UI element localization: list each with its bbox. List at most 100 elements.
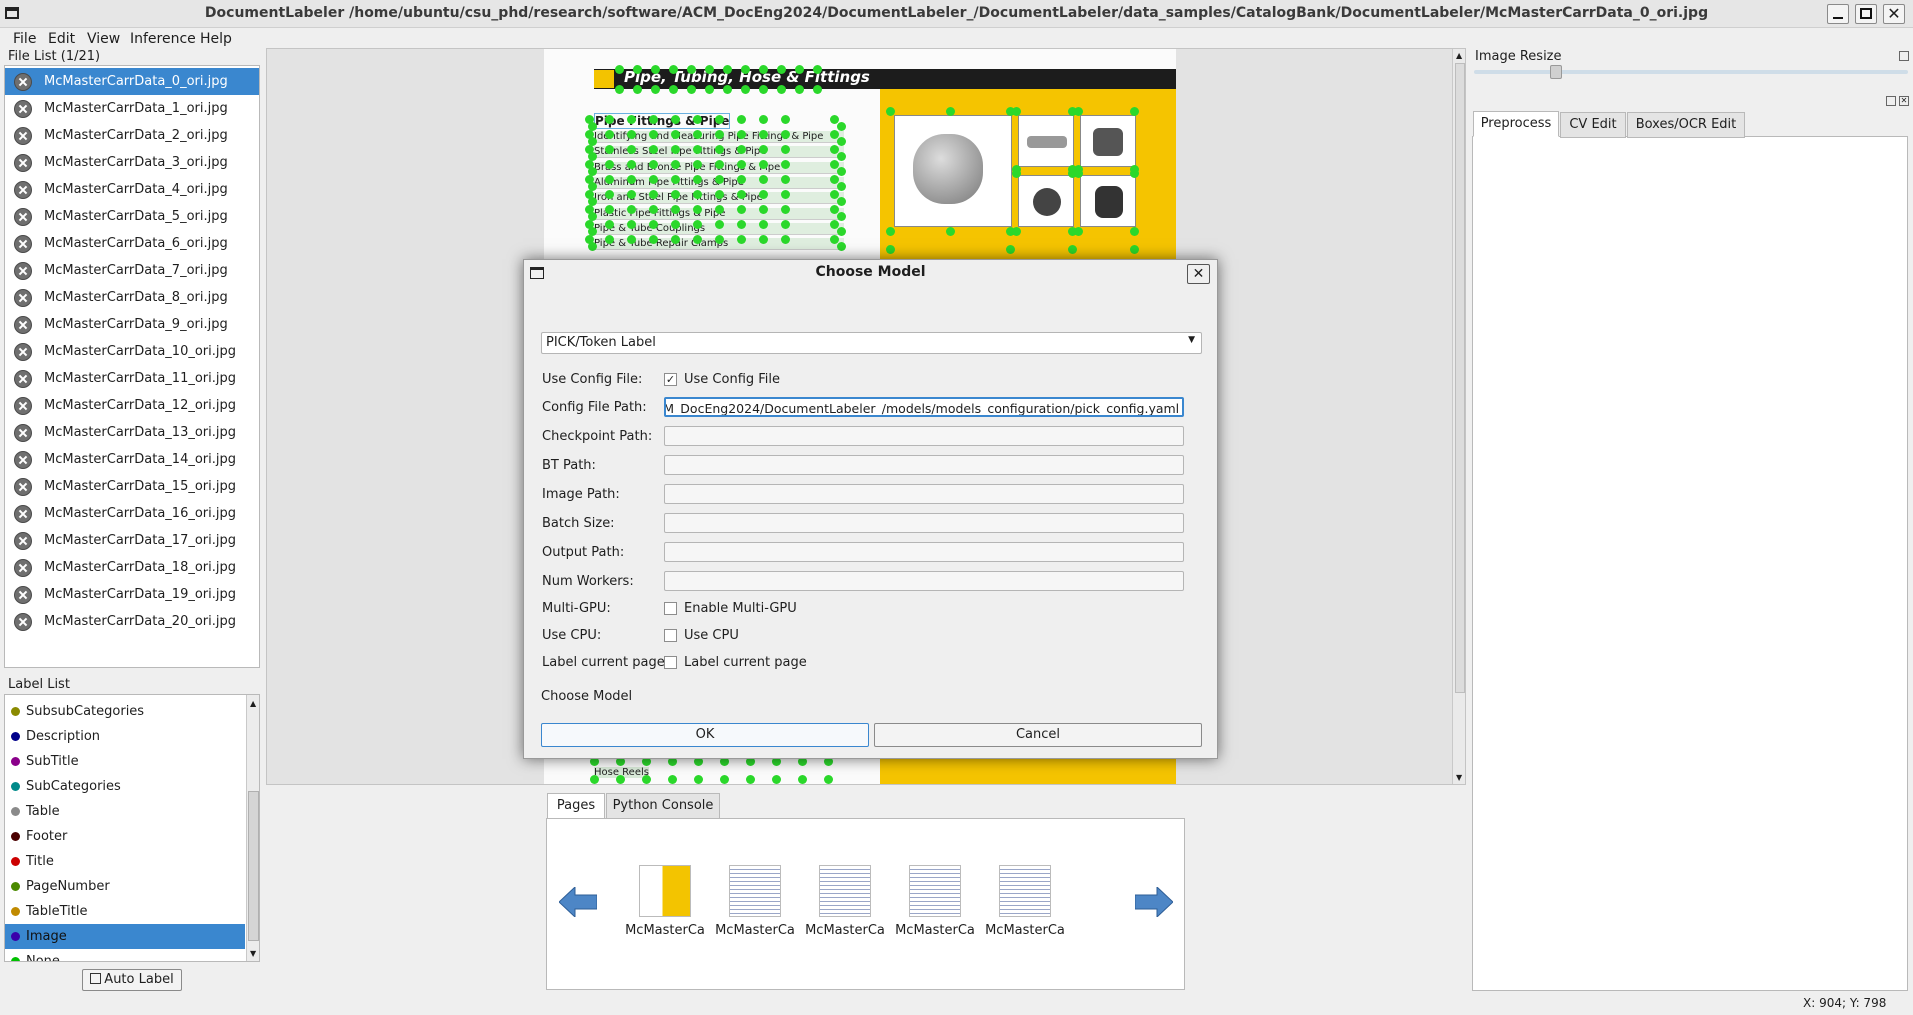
annotation-point[interactable] bbox=[759, 160, 768, 169]
annotation-point[interactable] bbox=[669, 85, 678, 94]
annotation-point[interactable] bbox=[627, 145, 636, 154]
menu-inference[interactable]: Inference bbox=[130, 31, 196, 47]
tab-python-console[interactable]: Python Console bbox=[606, 793, 720, 819]
batch-size-field[interactable] bbox=[664, 513, 1184, 533]
annotation-point[interactable] bbox=[746, 775, 755, 784]
label-list-item[interactable]: TableTitle bbox=[5, 899, 245, 924]
file-list-item[interactable]: McMasterCarrData_14_ori.jpg bbox=[5, 446, 259, 473]
file-list-item[interactable]: McMasterCarrData_4_ori.jpg bbox=[5, 176, 259, 203]
annotation-point[interactable] bbox=[759, 115, 768, 124]
annotation-point[interactable] bbox=[781, 190, 790, 199]
annotation-point[interactable] bbox=[615, 65, 624, 74]
annotation-point[interactable] bbox=[781, 220, 790, 229]
menu-edit[interactable]: Edit bbox=[48, 31, 75, 47]
file-list-item[interactable]: McMasterCarrData_9_ori.jpg bbox=[5, 311, 259, 338]
annotation-point[interactable] bbox=[946, 227, 955, 236]
label-list-item[interactable]: Table bbox=[5, 799, 245, 824]
page-thumbnail[interactable] bbox=[819, 865, 871, 917]
annotation-point[interactable] bbox=[616, 775, 625, 784]
annotation-point[interactable] bbox=[693, 130, 702, 139]
annotation-point[interactable] bbox=[759, 65, 768, 74]
annotation-point[interactable] bbox=[795, 65, 804, 74]
file-list-item[interactable]: McMasterCarrData_19_ori.jpg bbox=[5, 581, 259, 608]
page-thumbnail[interactable] bbox=[729, 865, 781, 917]
annotation-point[interactable] bbox=[605, 205, 614, 214]
page-thumbnail[interactable] bbox=[639, 865, 691, 917]
annotation-point[interactable] bbox=[737, 220, 746, 229]
bt-path-field[interactable] bbox=[664, 455, 1184, 475]
annotation-point[interactable] bbox=[588, 242, 597, 251]
label-list-item[interactable]: SubsubCategories bbox=[5, 699, 245, 724]
file-list-item[interactable]: McMasterCarrData_2_ori.jpg bbox=[5, 122, 259, 149]
label-list-item[interactable]: Title bbox=[5, 849, 245, 874]
tab-preprocess[interactable]: Preprocess bbox=[1473, 111, 1559, 137]
annotation-point[interactable] bbox=[627, 130, 636, 139]
annotation-point[interactable] bbox=[781, 145, 790, 154]
annotation-point[interactable] bbox=[824, 775, 833, 784]
annotation-point[interactable] bbox=[627, 160, 636, 169]
auto-label-button[interactable]: Auto Label bbox=[82, 969, 182, 991]
annotation-point[interactable] bbox=[649, 145, 658, 154]
annotation-point[interactable] bbox=[649, 115, 658, 124]
annotation-point[interactable] bbox=[715, 175, 724, 184]
annotation-point[interactable] bbox=[759, 205, 768, 214]
annotation-point[interactable] bbox=[737, 190, 746, 199]
tab-pages[interactable]: Pages bbox=[547, 793, 605, 819]
file-list-item[interactable]: McMasterCarrData_7_ori.jpg bbox=[5, 257, 259, 284]
annotation-point[interactable] bbox=[715, 220, 724, 229]
file-list[interactable]: McMasterCarrData_0_ori.jpg McMasterCarrDa… bbox=[4, 65, 260, 668]
annotation-point[interactable] bbox=[627, 205, 636, 214]
annotation-point[interactable] bbox=[715, 235, 724, 244]
file-list-item[interactable]: McMasterCarrData_6_ori.jpg bbox=[5, 230, 259, 257]
annotation-point[interactable] bbox=[737, 235, 746, 244]
annotation-point[interactable] bbox=[1068, 245, 1077, 254]
annotation-point[interactable] bbox=[1074, 227, 1083, 236]
annotation-point[interactable] bbox=[671, 145, 680, 154]
annotation-point[interactable] bbox=[723, 65, 732, 74]
annotation-point[interactable] bbox=[633, 65, 642, 74]
page-thumbnail[interactable] bbox=[909, 865, 961, 917]
annotation-point[interactable] bbox=[1130, 227, 1139, 236]
annotation-point[interactable] bbox=[705, 65, 714, 74]
annotation-point[interactable] bbox=[605, 235, 614, 244]
annotation-point[interactable] bbox=[741, 65, 750, 74]
multi-gpu-checkbox[interactable] bbox=[664, 602, 677, 615]
maximize-button[interactable] bbox=[1855, 4, 1877, 24]
annotation-point[interactable] bbox=[671, 205, 680, 214]
annotation-point[interactable] bbox=[693, 190, 702, 199]
dock-close-icon[interactable]: ✕ bbox=[1899, 96, 1909, 106]
annotation-point[interactable] bbox=[671, 130, 680, 139]
annotation-point[interactable] bbox=[671, 160, 680, 169]
annotation-point[interactable] bbox=[737, 175, 746, 184]
menu-help[interactable]: Help bbox=[200, 31, 232, 47]
annotation-point[interactable] bbox=[837, 227, 846, 236]
canvas-vscrollbar[interactable]: ▲ ▼ bbox=[1452, 49, 1465, 784]
annotation-point[interactable] bbox=[671, 220, 680, 229]
file-list-item[interactable]: McMasterCarrData_16_ori.jpg bbox=[5, 500, 259, 527]
annotation-point[interactable] bbox=[715, 145, 724, 154]
label-list-scrollbar[interactable]: ▲ ▼ bbox=[246, 695, 259, 961]
annotation-point[interactable] bbox=[798, 775, 807, 784]
annotation-point[interactable] bbox=[590, 775, 599, 784]
tab-cv-edit[interactable]: CV Edit bbox=[1560, 112, 1626, 138]
annotation-point[interactable] bbox=[795, 85, 804, 94]
menu-file[interactable]: File bbox=[13, 31, 36, 47]
annotation-point[interactable] bbox=[649, 190, 658, 199]
file-list-item[interactable]: McMasterCarrData_13_ori.jpg bbox=[5, 419, 259, 446]
label-list-item[interactable]: SubTitle bbox=[5, 749, 245, 774]
ok-button[interactable]: OK bbox=[541, 723, 869, 747]
annotation-point[interactable] bbox=[837, 167, 846, 176]
annotation-point[interactable] bbox=[1074, 107, 1083, 116]
annotation-point[interactable] bbox=[837, 152, 846, 161]
file-list-item[interactable]: McMasterCarrData_11_ori.jpg bbox=[5, 365, 259, 392]
label-current-page-checkbox[interactable] bbox=[664, 656, 677, 669]
file-list-item[interactable]: McMasterCarrData_8_ori.jpg bbox=[5, 284, 259, 311]
label-list-item[interactable]: SubCategories bbox=[5, 774, 245, 799]
annotation-point[interactable] bbox=[687, 65, 696, 74]
page-thumbnail[interactable] bbox=[999, 865, 1051, 917]
annotation-point[interactable] bbox=[737, 115, 746, 124]
annotation-point[interactable] bbox=[649, 130, 658, 139]
annotation-point[interactable] bbox=[759, 220, 768, 229]
annotation-point[interactable] bbox=[615, 85, 624, 94]
annotation-point[interactable] bbox=[668, 775, 677, 784]
